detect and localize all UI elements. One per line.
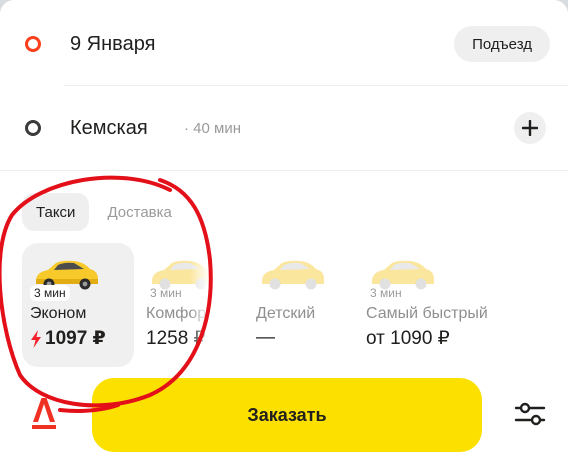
tariff-price: 1097 ₽ [30,327,106,350]
tariff-eta: 3 мин [150,286,182,300]
plus-icon [522,120,538,136]
tariff-price-value: 1097 ₽ [45,328,106,349]
route-to-place: Кемская [70,116,148,139]
entrance-button[interactable]: Подъезд [454,26,550,62]
add-stop-button[interactable] [514,112,546,144]
tab-taxi[interactable]: Такси [22,193,90,231]
section-divider [0,170,568,171]
tab-delivery[interactable]: Доставка [93,193,185,231]
card-fade [190,243,214,367]
route-eta: · 40 мин [184,119,241,137]
tariff-card-economy[interactable]: 3 мин Эконом 1097 ₽ [22,243,134,367]
route-to-row[interactable]: Кемская · 40 мин [0,98,568,158]
route-from-place: 9 Января [70,32,156,55]
tariff-name: Эконом [30,305,87,322]
route-from-row[interactable]: 9 Января Подъезд [0,14,568,74]
service-tabs: Такси Доставка [22,192,186,232]
bottom-bar: Заказать [0,374,568,472]
destination-dot-icon [25,120,41,136]
tariff-name: Детский [256,305,316,322]
alfa-bank-logo[interactable] [30,396,58,432]
sliders-icon[interactable] [514,400,546,428]
car-icon [262,260,324,290]
origin-dot-icon [25,36,41,52]
route-divider [64,85,568,86]
tariff-eta [256,285,264,287]
tariff-price: — [256,327,275,348]
tariff-eta: 3 мин [30,285,70,301]
tariff-card-fastest[interactable]: 3 мин Самый быстрый от 1090 ₽ [358,243,508,367]
tariff-price: от 1090 ₽ [366,328,450,349]
tariff-eta: 3 мин [370,286,402,300]
tariff-card-child[interactable]: Детский — [248,243,360,367]
tariff-name: Самый быстрый [366,305,488,322]
lightning-icon [31,329,41,348]
order-sheet: 9 Января Подъезд Кемская · 40 мин Такси … [0,0,568,472]
order-button[interactable]: Заказать [92,378,482,452]
tariff-list: 3 мин Эконом 1097 ₽ 3 мин Комфорт 1258 ₽ [22,243,568,367]
